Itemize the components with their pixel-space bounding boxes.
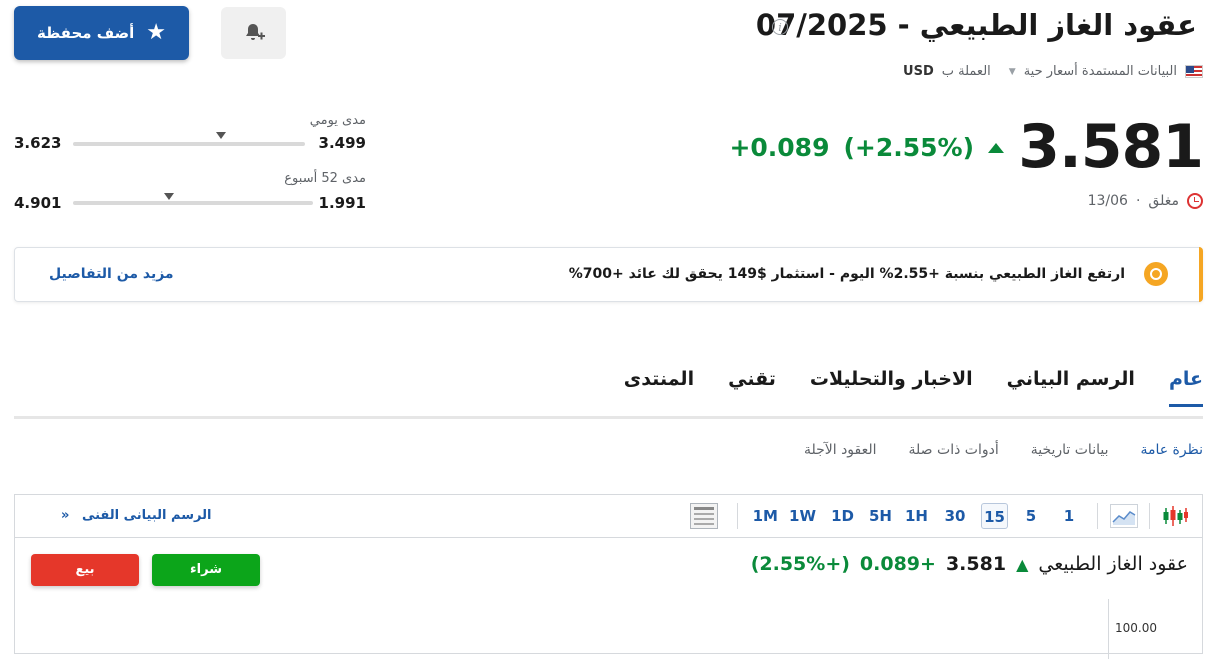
timeframe-1h[interactable]: 1H: [903, 503, 930, 529]
timeframe-30[interactable]: 30: [942, 503, 968, 529]
add-portfolio-label: أضف محفظة: [36, 24, 135, 42]
currency-value: USD: [903, 64, 934, 79]
tab-chart[interactable]: الرسم البياني: [1007, 368, 1135, 407]
up-arrow-icon: [988, 142, 1004, 153]
data-source-label[interactable]: البيانات المستمدة أسعار حية: [1024, 64, 1177, 79]
chart-title: عقود الغاز الطبيعي ▲ 3.581 +0.089 (+2.55…: [751, 553, 1188, 575]
daily-range-bar: [73, 142, 305, 146]
chart-axis-line: [1108, 599, 1109, 659]
timeframe-1[interactable]: 1: [1056, 503, 1082, 529]
promo-banner: ارتفع الغاز الطبيعي بنسبة +2.55% اليوم -…: [14, 247, 1203, 302]
timeframe-5h[interactable]: 5H: [867, 503, 894, 529]
status-text: مغلق: [1148, 193, 1179, 209]
change-value: +0.089: [729, 133, 830, 162]
week52-range-bar: [73, 201, 313, 205]
tab-forum[interactable]: المنتدى: [624, 368, 694, 407]
candlestick-icon[interactable]: [1162, 504, 1188, 528]
tabs-divider: [14, 416, 1203, 419]
market-status: مغلق · 13/06: [1088, 193, 1203, 209]
tab-news[interactable]: الاخبار والتحليلات: [810, 368, 973, 407]
table-view-icon[interactable]: [690, 503, 718, 529]
sub-tabs: نظرة عامة بيانات تاريخية أدوات ذات صلة ا…: [804, 442, 1203, 458]
star-icon: ★: [146, 20, 167, 45]
area-chart-icon[interactable]: [1110, 504, 1138, 528]
sell-button[interactable]: بيع: [31, 554, 139, 586]
tab-general[interactable]: عام: [1168, 368, 1203, 407]
chart-change: +0.089: [859, 553, 936, 575]
buy-button[interactable]: شراء: [152, 554, 260, 586]
main-tabs: عام الرسم البياني الاخبار والتحليلات تقن…: [624, 368, 1203, 407]
timeframe-5[interactable]: 5: [1018, 503, 1044, 529]
us-flag-icon: [1185, 65, 1203, 78]
tab-technical[interactable]: تقني: [728, 368, 776, 407]
add-portfolio-button[interactable]: ★ أضف محفظة: [14, 6, 189, 60]
timeframe-1m[interactable]: 1M: [751, 503, 780, 529]
daily-range-marker: [216, 132, 227, 139]
timeframe-15[interactable]: 15: [981, 503, 1008, 529]
double-chevron-icon: «: [61, 508, 70, 523]
technical-chart-link[interactable]: الرسم البيانى الفنى «: [61, 508, 211, 523]
data-source-row: البيانات المستمدة أسعار حية ▼ العملة ب U…: [903, 64, 1203, 79]
add-alert-button[interactable]: [221, 7, 286, 59]
timeframe-1w[interactable]: 1W: [787, 503, 818, 529]
subtab-futures[interactable]: العقود الآجلة: [804, 442, 877, 458]
subtab-historical[interactable]: بيانات تاريخية: [1031, 442, 1109, 458]
chart-change-percent: (+2.55%): [750, 553, 850, 575]
chart-instrument-name: عقود الغاز الطبيعي: [1038, 553, 1188, 575]
timeframe-1d[interactable]: 1D: [829, 503, 856, 529]
bell-plus-icon: [245, 24, 265, 40]
target-icon: [1144, 262, 1168, 286]
week52-range-low: 1.991: [318, 194, 366, 212]
chart-price: 3.581: [945, 553, 1007, 575]
clock-icon: [1187, 193, 1203, 209]
daily-range-low: 3.499: [318, 134, 366, 152]
daily-range-label: مدى يومي: [309, 113, 366, 128]
currency-label: العملة ب: [941, 64, 991, 79]
subtab-related[interactable]: أدوات ذات صلة: [909, 442, 999, 458]
chart-widget: 1 5 15 30 1H 5H 1D 1W 1M الرسم البيانى ا…: [14, 494, 1203, 659]
price-change: +0.089 (+2.55%): [729, 133, 1004, 162]
up-arrow-icon: ▲: [1016, 554, 1029, 574]
subtab-overview[interactable]: نظرة عامة: [1140, 442, 1203, 458]
last-price: 3.581: [1018, 112, 1204, 182]
promo-accent-bar: [1199, 247, 1203, 302]
chevron-down-icon[interactable]: ▼: [1009, 67, 1016, 77]
page-title: عقود الغاز الطبيعي - 07/2025: [755, 8, 1197, 42]
status-date: 13/06: [1087, 193, 1128, 209]
week52-range-marker: [164, 193, 174, 200]
week52-range-label: مدى 52 أسبوع: [284, 171, 366, 186]
change-percent: (+2.55%): [843, 133, 974, 162]
chart-toolbar: 1 5 15 30 1H 5H 1D 1W 1M الرسم البيانى ا…: [15, 495, 1202, 538]
axis-tick-label: 100.00: [1115, 621, 1157, 635]
promo-more-link[interactable]: مزيد من التفاصيل: [49, 266, 174, 282]
promo-text: ارتفع الغاز الطبيعي بنسبة +2.55% اليوم -…: [568, 266, 1125, 282]
week52-range-high: 4.901: [14, 194, 62, 212]
daily-range-high: 3.623: [14, 134, 62, 152]
info-icon[interactable]: i: [772, 19, 788, 35]
